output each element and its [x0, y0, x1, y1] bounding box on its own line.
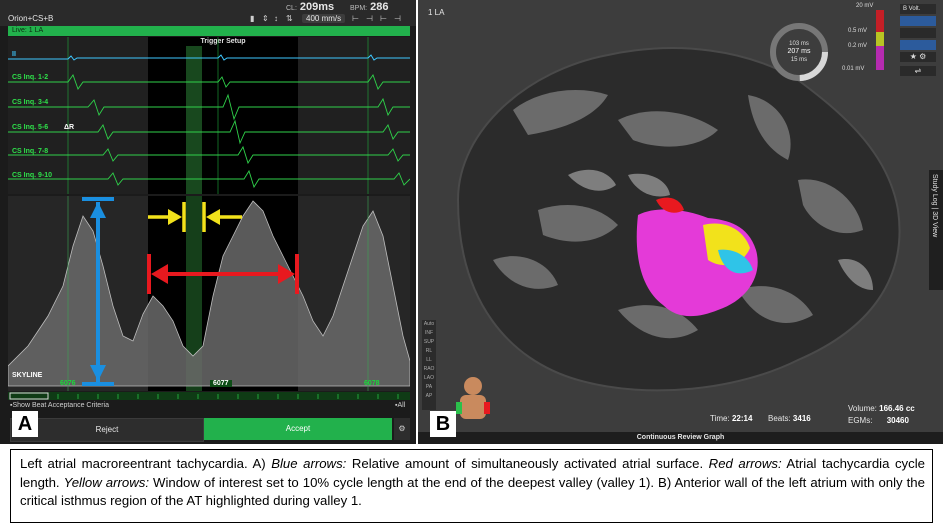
star-gear-icon[interactable]: ★ ⚙ [900, 52, 936, 62]
channel-label-cs12: CS Inq. 1-2 [12, 74, 49, 81]
egm-traces-area: Trigger Setup II CS Inq. 1-2 CS Inq. 3-4… [8, 37, 410, 194]
map-settings-icon[interactable]: ⇌ [900, 66, 936, 76]
map-tool-slider[interactable] [900, 40, 936, 50]
view-lao[interactable]: LAO [422, 374, 436, 383]
live-map-bar: Live: 1 LA [8, 26, 410, 36]
beat-reference-lines [67, 37, 369, 194]
view-rl[interactable]: RL [422, 347, 436, 356]
caption-b-label: B) [658, 474, 672, 490]
beat-number[interactable]: 6076 [60, 380, 76, 387]
time-readout: Time: 22:14 [710, 414, 753, 423]
collapse-icon[interactable]: ⊣ [394, 14, 401, 23]
view-inf[interactable]: INF [422, 329, 436, 338]
accept-button[interactable]: Accept [204, 418, 392, 440]
caption-blue-text: Relative amount of simultaneously activa… [351, 456, 704, 471]
voltage-scale-mid [876, 32, 884, 46]
view-pa[interactable]: PA [422, 383, 436, 392]
side-tab-study-log[interactable]: Study Log | 3D View [929, 170, 943, 290]
caption-red-label: Red arrows: [708, 456, 782, 471]
caption-a-label: A) [252, 456, 266, 471]
view-ll[interactable]: LL [422, 356, 436, 365]
scale-icon[interactable]: ⇅ [286, 14, 293, 23]
panel-b-3d-map: 1 LA 103 ms 207 ms 15 ms 20 mV 0.5 mV 0.… [418, 0, 943, 444]
ar-marker: ΔR [64, 124, 75, 131]
gear-icon[interactable]: ⚙ [394, 418, 410, 440]
cycle-length-readout: CL: 209ms [286, 1, 335, 13]
freeze-icon[interactable]: ▮ [250, 14, 254, 23]
zoom-in-icon[interactable]: ⊢ [352, 14, 359, 23]
panel-letter-a: A [12, 411, 38, 437]
egm-traces-svg [8, 37, 410, 194]
voltage-top-label: 20 mV [856, 3, 874, 9]
ring-readout: 103 ms 207 ms 15 ms [787, 41, 811, 63]
cs-traces [8, 74, 410, 189]
panel-a-egm-window: Orion+CS+B CL: 209ms BPM: 286 ▮ ⇕ ↕ ⇅ 400 … [0, 0, 416, 444]
sweep-speed-select[interactable]: 400 mm/s [302, 14, 346, 23]
map-tool[interactable] [900, 28, 936, 38]
figure-caption: Left atrial macroreentrant tachycardia. … [10, 449, 933, 523]
all-checkbox[interactable]: ▪All [395, 402, 405, 409]
continuous-review-graph-bar[interactable]: Continuous Review Graph [418, 432, 943, 444]
cursor-icon[interactable]: ↕ [274, 14, 278, 23]
view-orientation-toolbar[interactable]: Auto INF SUP RL LL RAO LAO PA AP [422, 320, 436, 410]
window-of-interest [186, 46, 202, 194]
beat-criteria-toggle[interactable]: ▪Show Beat Acceptance Criteria [10, 402, 109, 409]
timeline-ticks [9, 392, 399, 400]
voltage-mode-select[interactable]: B Volt. [900, 4, 936, 14]
view-ap[interactable]: AP [422, 392, 436, 401]
view-sup[interactable]: SUP [422, 338, 436, 347]
orientation-avatar[interactable] [456, 377, 490, 419]
beat-timeline[interactable] [8, 392, 410, 400]
channel-label-cs910: CS Inq. 9-10 [12, 172, 53, 179]
channel-label-ii: II [12, 51, 16, 58]
egms-readout: EGMs: 30460 [848, 416, 909, 425]
panel-letter-b: B [430, 411, 456, 437]
reject-button[interactable]: Reject [10, 418, 204, 442]
beats-readout: Beats: 3416 [768, 414, 811, 423]
caption-blue-label: Blue arrows: [271, 456, 347, 471]
skyline-svg [8, 196, 410, 391]
channel-label-cs34: CS Inq. 3-4 [12, 99, 49, 106]
voltage-scale-high [876, 10, 884, 32]
skyline-graph: SKYLINE 6076 6077 6078 [8, 196, 410, 391]
beat-number-selected[interactable]: 6077 [210, 380, 232, 387]
channel-label-cs56: CS Inq. 5-6 [12, 124, 49, 131]
view-rao[interactable]: RAO [422, 365, 436, 374]
voltage-scale-low [876, 46, 884, 70]
egm-toolbar: Orion+CS+B CL: 209ms BPM: 286 ▮ ⇕ ↕ ⇅ 400 … [0, 0, 416, 26]
caption-yellow-text: Window of interest set to 10% cycle leng… [153, 474, 655, 490]
beat-number[interactable]: 6078 [364, 380, 380, 387]
expand-icon[interactable]: ⊢ [380, 14, 387, 23]
caption-yellow-label: Yellow arrows: [63, 474, 149, 490]
zoom-out-icon[interactable]: ⊣ [366, 14, 373, 23]
voltage-bottom-label: 0.01 mV [842, 66, 865, 72]
channel-selector[interactable]: Orion+CS+B [8, 14, 53, 23]
bpm-readout: BPM: 286 [350, 1, 389, 13]
skyline-label: SKYLINE [12, 372, 43, 379]
voltage-high-label: 0.5 mV [848, 28, 868, 34]
volume-readout: Volume: 166.46 cc [848, 404, 915, 413]
view-auto[interactable]: Auto [422, 320, 436, 329]
map-tool-active[interactable] [900, 16, 936, 26]
channel-label-cs78: CS Inq. 7-8 [12, 148, 49, 155]
caption-title: Left atrial macroreentrant tachycardia. [20, 456, 248, 471]
voltage-low-label: 0.2 mV [848, 43, 868, 49]
ecg-trace-ii [8, 54, 410, 61]
caliper-icon[interactable]: ⇕ [262, 14, 269, 23]
